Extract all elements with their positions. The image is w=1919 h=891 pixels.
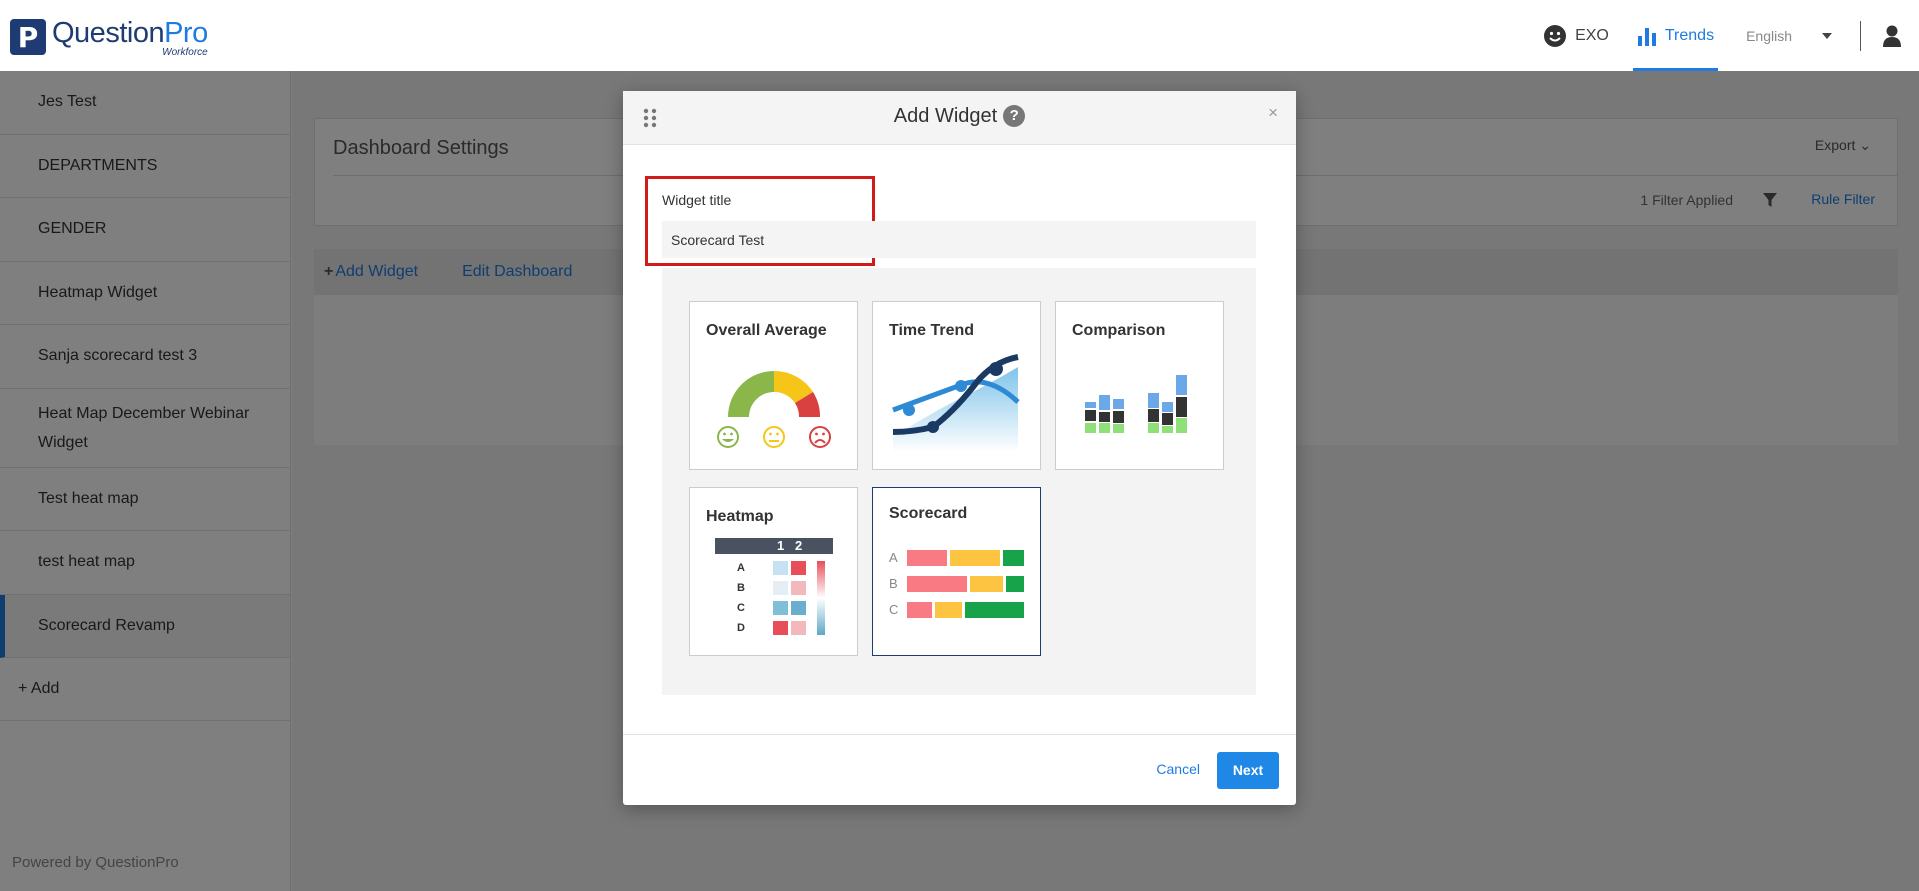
nav-trends-label: Trends (1664, 26, 1715, 44)
close-icon[interactable]: × (1268, 103, 1278, 123)
widget-title-label: Widget title (662, 192, 732, 208)
widget-type-scorecard[interactable]: Scorecard A B C (872, 487, 1041, 656)
questionpro-logo[interactable]: P QuestionPro Workforce (10, 19, 208, 58)
help-icon[interactable]: ? (1003, 105, 1026, 127)
next-button[interactable]: Next (1217, 752, 1279, 789)
language-select[interactable]: English (1730, 28, 1832, 44)
add-widget-modal: Add Widget? × Widget title Overall Avera… (623, 91, 1296, 805)
widget-type-grid: Overall Average Time Trend Comparison He… (662, 268, 1256, 695)
user-icon[interactable] (1877, 25, 1907, 47)
widget-type-time-trend[interactable]: Time Trend (872, 301, 1041, 470)
caret-down-icon (1822, 32, 1832, 39)
modal-title-text: Add Widget (893, 105, 998, 127)
smiley-icon (1544, 24, 1567, 47)
logo-name-pro: Pro (164, 17, 208, 49)
logo-name-question: Question (52, 17, 165, 49)
widget-type-overall-average[interactable]: Overall Average (689, 301, 858, 470)
header-divider (1860, 20, 1861, 51)
modal-footer (623, 734, 1296, 735)
cancel-button[interactable]: Cancel (1156, 761, 1200, 777)
heatmap-icon: 1 2 A B C D (715, 538, 835, 643)
logo-subtitle: Workforce (162, 47, 208, 58)
scorecard-icon: A B C (889, 550, 1029, 622)
nav-exo[interactable]: EXO (1531, 0, 1621, 71)
language-value: English (1746, 27, 1792, 44)
widget-title-input[interactable] (662, 221, 1256, 258)
gauge-icon (717, 370, 831, 448)
bar-chart-icon (1637, 27, 1656, 46)
widget-type-heatmap[interactable]: Heatmap 1 2 A B C D (689, 487, 858, 656)
modal-title: Add Widget? (623, 105, 1296, 128)
widget-type-label: Scorecard (889, 505, 968, 522)
widget-type-label: Heatmap (706, 508, 774, 525)
nav-exo-label: EXO (1575, 26, 1609, 44)
widget-type-comparison[interactable]: Comparison (1055, 301, 1224, 470)
trend-line-icon (892, 354, 1020, 452)
nav-trends[interactable]: Trends (1632, 0, 1719, 71)
top-header: P QuestionPro Workforce EXO Trends Engli… (0, 0, 1919, 71)
logo-mark: P (10, 19, 46, 55)
modal-header: Add Widget? × (623, 91, 1296, 145)
comparison-bars-icon (1085, 375, 1187, 433)
